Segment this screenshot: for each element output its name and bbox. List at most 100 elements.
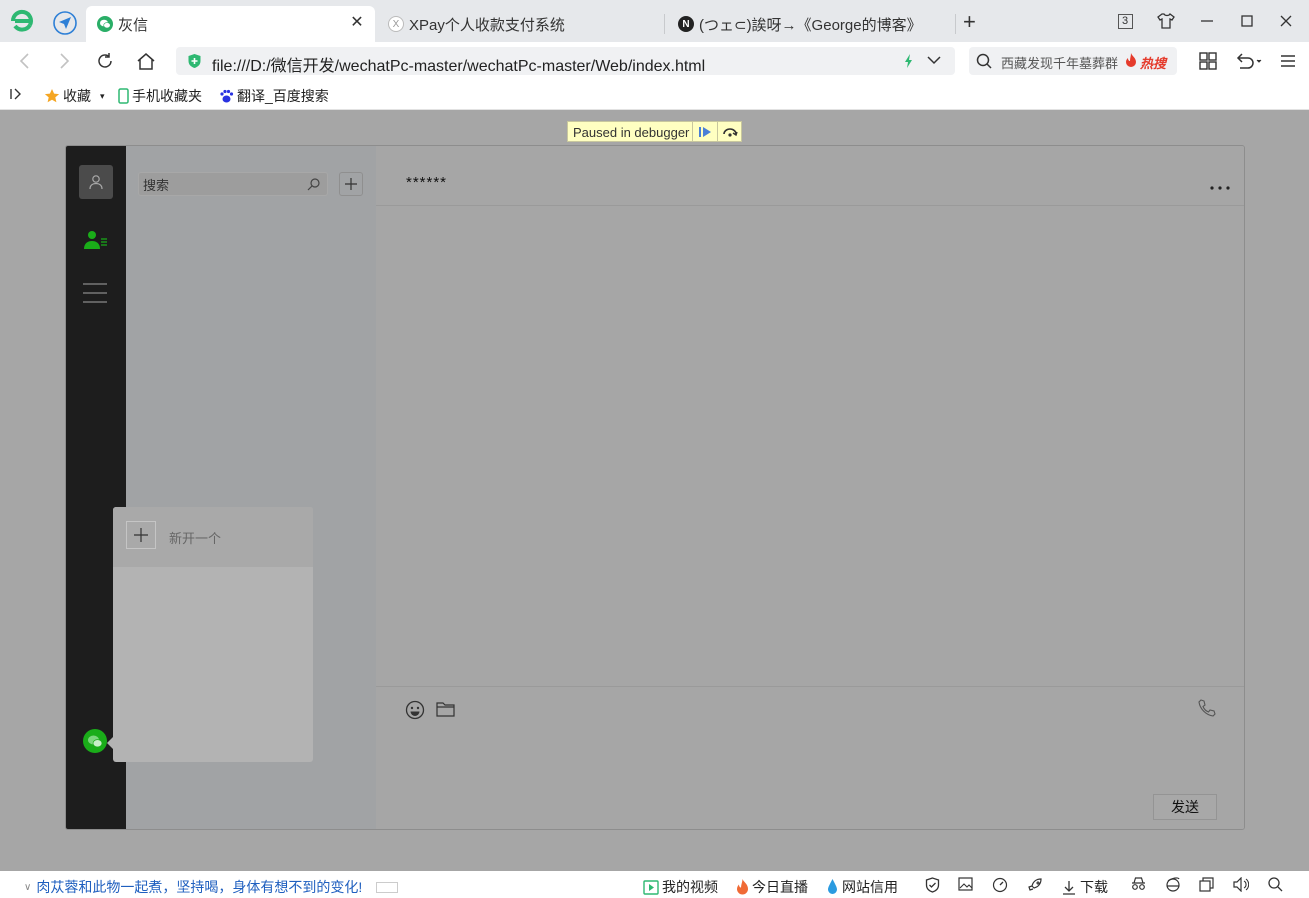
folder-icon[interactable] <box>436 702 455 717</box>
download-icon <box>1062 880 1076 895</box>
sidebar-toggle-icon[interactable] <box>10 88 24 100</box>
chevron-down-icon: ∨ <box>24 881 32 893</box>
minimize-icon[interactable] <box>1196 10 1218 32</box>
baidu-paw-icon <box>219 89 234 104</box>
avatar[interactable] <box>79 165 113 199</box>
download-label: 下载 <box>1080 879 1108 895</box>
apps-grid-icon[interactable] <box>1197 50 1219 72</box>
bookmark-translate[interactable]: 翻译_百度搜索 <box>219 86 329 106</box>
close-tab-icon[interactable]: ✕ <box>349 15 365 31</box>
close-window-icon[interactable] <box>1275 10 1297 32</box>
status-label: 今日直播 <box>752 879 808 895</box>
status-live[interactable]: 今日直播 <box>736 877 808 897</box>
add-chat-button[interactable] <box>339 172 363 196</box>
ad-badge-icon <box>376 881 399 893</box>
status-site-credit[interactable]: 网站信用 <box>827 877 898 897</box>
drop-icon <box>827 879 838 895</box>
search-icon <box>307 177 321 191</box>
home-icon[interactable] <box>135 50 157 72</box>
debugger-status: Paused in debugger <box>573 125 690 140</box>
star-icon <box>44 88 60 104</box>
chat-title: ****** <box>406 174 448 191</box>
send-button[interactable]: 发送 <box>1153 794 1217 820</box>
tab-huixin[interactable]: 灰信 ✕ <box>86 6 375 42</box>
status-label: 网站信用 <box>842 879 898 895</box>
search-input[interactable] <box>143 176 303 194</box>
download-button[interactable]: 下载 <box>1062 877 1108 897</box>
browser-tab-strip: 灰信 ✕ X XPay个人收款支付系统 N (つェ⊂)誒呀→《George的博客… <box>0 0 1309 42</box>
new-tab-button[interactable]: + <box>963 11 976 33</box>
news-ticker[interactable]: ∨ 肉苁蓉和此物一起煮，坚持喝，身体有想不到的变化! <box>24 877 399 897</box>
bookmark-mobile[interactable]: 手机收藏夹 <box>118 86 202 106</box>
url-text: file:///D:/微信开发/wechatPc-master/wechatPc… <box>212 58 706 75</box>
chat-pane: ****** 发送 <box>376 146 1244 829</box>
bookmark-label: 收藏 <box>63 88 91 104</box>
tab-count-button[interactable]: 3 <box>1114 10 1136 32</box>
reload-icon[interactable] <box>94 50 116 72</box>
address-bar[interactable]: file:///D:/微信开发/wechatPc-master/wechatPc… <box>176 47 955 75</box>
xpay-favicon: X <box>388 16 404 32</box>
flame-icon <box>1125 53 1137 68</box>
tab-label: (つェ⊂)誒呀→《George的博客》 <box>699 16 922 34</box>
undo-close-icon[interactable] <box>1232 50 1264 72</box>
search-box[interactable]: 西藏发现千年墓葬群 热搜 <box>969 47 1177 75</box>
skin-shirt-icon[interactable] <box>1155 10 1177 32</box>
image-icon[interactable] <box>958 877 973 891</box>
new-chat-popup: 新开一个 <box>113 507 313 762</box>
forward-icon[interactable] <box>54 50 76 72</box>
emoji-icon[interactable] <box>405 700 425 720</box>
input-divider <box>376 686 1244 687</box>
speed-bolt-icon[interactable] <box>904 54 914 68</box>
menu-icon[interactable] <box>1277 50 1299 72</box>
more-options-icon[interactable] <box>1208 182 1232 194</box>
bookmark-label: 翻译_百度搜索 <box>237 88 329 104</box>
security-shield-icon[interactable] <box>925 877 940 893</box>
popup-new-label: 新开一个 <box>169 531 222 546</box>
bookmark-favorites[interactable]: 收藏 ▾ <box>44 86 105 106</box>
step-over-icon[interactable] <box>717 122 742 141</box>
tab-divider <box>664 14 665 34</box>
speedometer-icon[interactable] <box>992 877 1008 893</box>
volume-icon[interactable] <box>1233 877 1249 892</box>
ie-mode-icon[interactable] <box>1165 877 1181 893</box>
tab-george-blog[interactable]: N (つェ⊂)誒呀→《George的博客》 <box>668 6 953 42</box>
hot-search-label: 热搜 <box>1140 56 1167 71</box>
flame-icon <box>736 879 749 895</box>
debugger-paused-bar: Paused in debugger <box>567 121 742 142</box>
tab-label: XPay个人收款支付系统 <box>409 16 565 34</box>
tab-xpay[interactable]: X XPay个人收款支付系统 <box>378 6 660 42</box>
phone-call-icon[interactable] <box>1198 699 1216 717</box>
search-icon <box>976 53 992 69</box>
chevron-down-icon[interactable] <box>927 56 941 65</box>
status-label: 我的视频 <box>662 879 718 895</box>
browser-logo-icon[interactable] <box>9 8 35 34</box>
hamburger-menu-icon[interactable] <box>83 283 107 303</box>
zoom-icon[interactable] <box>1268 877 1283 892</box>
status-my-video[interactable]: 我的视频 <box>643 877 718 897</box>
page-viewport: Paused in debugger 搜索 ****** 发送 新开一个 <box>0 110 1309 871</box>
wechat-icon <box>97 16 113 32</box>
browser-status-bar: ∨ 肉苁蓉和此物一起煮，坚持喝，身体有想不到的变化! 我的视频 今日直播 网站信… <box>0 871 1309 898</box>
video-icon <box>643 879 659 895</box>
blog-favicon: N <box>678 16 694 32</box>
popup-pointer <box>107 737 113 749</box>
navigator-icon[interactable] <box>52 10 78 36</box>
incognito-icon[interactable] <box>1130 877 1147 891</box>
bookmark-label: 手机收藏夹 <box>132 88 202 104</box>
window-copy-icon[interactable] <box>1199 877 1214 892</box>
message-area <box>376 206 1244 686</box>
rocket-icon[interactable] <box>1027 877 1043 893</box>
maximize-icon[interactable] <box>1236 10 1258 32</box>
search-field[interactable] <box>138 172 328 196</box>
secure-shield-icon <box>187 53 202 69</box>
popup-new-item[interactable]: 新开一个 <box>113 507 313 567</box>
news-text: 肉苁蓉和此物一起煮，坚持喝，身体有想不到的变化! <box>36 879 363 895</box>
caret-down-icon[interactable]: ▾ <box>100 91 105 102</box>
back-icon[interactable] <box>13 50 35 72</box>
wechat-menu-icon[interactable] <box>83 729 107 753</box>
resume-icon[interactable] <box>692 122 717 141</box>
browser-toolbar: file:///D:/微信开发/wechatPc-master/wechatPc… <box>0 42 1309 80</box>
plus-icon <box>126 521 156 549</box>
tab-label: 灰信 <box>118 16 149 34</box>
contacts-icon[interactable] <box>84 230 108 250</box>
